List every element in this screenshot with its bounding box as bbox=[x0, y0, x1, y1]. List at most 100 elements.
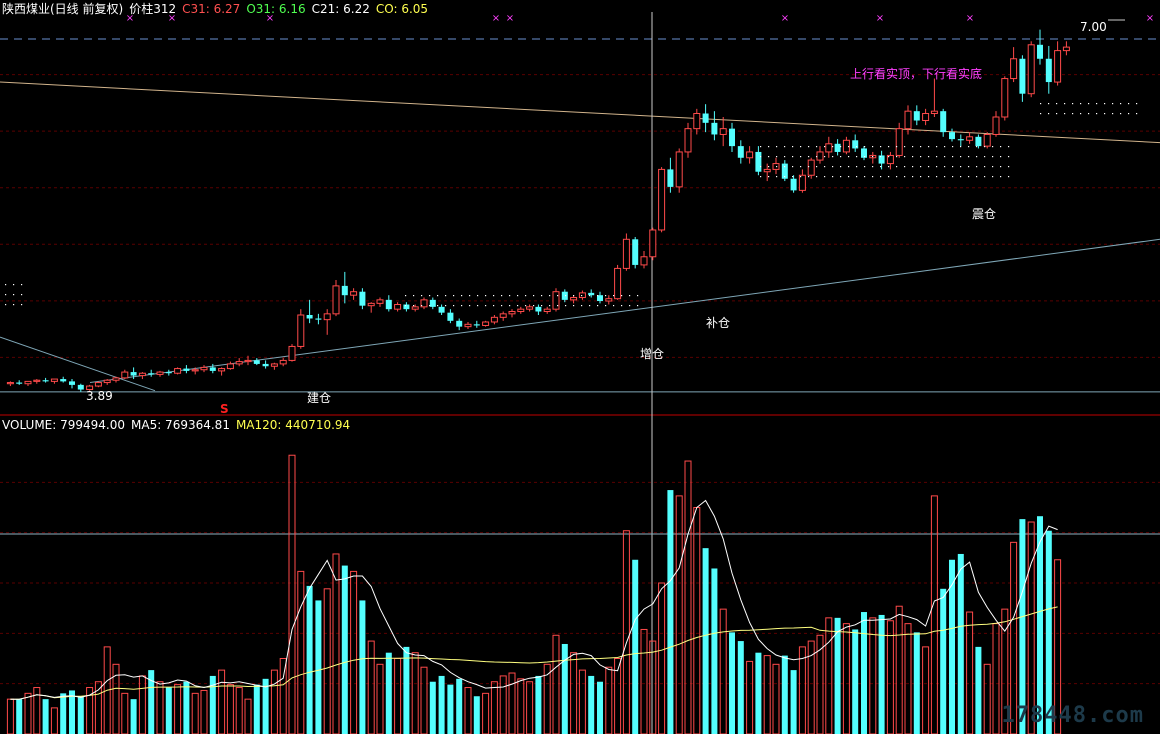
price-zone-dots bbox=[493, 305, 495, 307]
candle-down bbox=[913, 111, 920, 121]
candle-up bbox=[174, 368, 182, 374]
watermark: 178448.com bbox=[1001, 703, 1144, 728]
volume-bar-up bbox=[218, 669, 226, 734]
candle-up bbox=[675, 151, 683, 188]
candle-up bbox=[226, 363, 234, 370]
volume-bar-up bbox=[6, 698, 14, 734]
volume-bar-up bbox=[288, 454, 296, 734]
volume-bar-up bbox=[279, 658, 287, 734]
price-zone-dots bbox=[856, 176, 858, 178]
price-zone-dots bbox=[912, 176, 914, 178]
price-zone-dots bbox=[1104, 113, 1106, 115]
candle-down bbox=[60, 379, 67, 382]
price-zone-dots bbox=[605, 295, 607, 297]
price-zone-dots bbox=[904, 156, 906, 158]
price-zone-dots bbox=[1128, 113, 1130, 115]
price-zone-dots bbox=[5, 284, 7, 286]
volume-bar-up bbox=[226, 684, 234, 734]
candle-down bbox=[403, 304, 410, 310]
price-zone-dots bbox=[637, 295, 639, 297]
volume-bar-down bbox=[957, 553, 964, 734]
volume-bar-down bbox=[385, 652, 392, 734]
price-zone-dots bbox=[477, 305, 479, 307]
price-zone-dots bbox=[960, 146, 962, 148]
price-zone-dots bbox=[864, 156, 866, 158]
price-zone-dots bbox=[944, 176, 946, 178]
price-zone-dots bbox=[509, 295, 511, 297]
c31-value: C31: 6.27 bbox=[182, 2, 241, 16]
low-price-label: 3.89 bbox=[86, 389, 113, 403]
stock-chart[interactable]: × × × × × × × × × bbox=[0, 0, 1160, 734]
candle-up bbox=[156, 371, 164, 375]
volume-bar-up bbox=[323, 588, 331, 734]
price-zone-dots bbox=[992, 146, 994, 148]
candle-up bbox=[288, 345, 296, 361]
candle-up bbox=[490, 316, 498, 323]
price-zone-dots bbox=[880, 146, 882, 148]
volume-bar-up bbox=[798, 646, 806, 734]
price-zone-dots bbox=[784, 166, 786, 168]
candle-up bbox=[6, 382, 14, 385]
candle-down bbox=[561, 291, 568, 300]
price-zone-dots bbox=[597, 295, 599, 297]
candle-down bbox=[77, 384, 84, 390]
price-zone-dots bbox=[1008, 176, 1010, 178]
price-zone-dots bbox=[960, 176, 962, 178]
price-zone-dots bbox=[792, 176, 794, 178]
price-zone-dots bbox=[896, 166, 898, 168]
price-zone-dots bbox=[1088, 113, 1090, 115]
volume-bar-up bbox=[499, 675, 507, 734]
price-zone-dots bbox=[1096, 113, 1098, 115]
candle-up bbox=[614, 267, 622, 300]
price-zone-dots bbox=[1040, 103, 1042, 105]
candle-up bbox=[622, 238, 630, 269]
price-zone-dots bbox=[872, 166, 874, 168]
price-zone-dots bbox=[413, 305, 415, 307]
candle-down bbox=[165, 372, 172, 374]
price-zone-dots bbox=[976, 176, 978, 178]
volume-bar-up bbox=[649, 640, 657, 734]
price-zone-dots bbox=[5, 294, 7, 296]
label-zengcang: 增仓 bbox=[640, 347, 665, 361]
candle-down bbox=[975, 136, 982, 147]
price-zone-dots bbox=[968, 146, 970, 148]
candle-down bbox=[306, 315, 313, 319]
candle-up bbox=[235, 361, 243, 365]
price-zone-dots bbox=[840, 156, 842, 158]
price-zone-dots bbox=[928, 176, 930, 178]
price-zone-dots bbox=[453, 295, 455, 297]
candle-up bbox=[33, 379, 41, 382]
candle-up bbox=[350, 291, 358, 296]
candle-up bbox=[578, 292, 586, 299]
price-zone-dots bbox=[461, 305, 463, 307]
volume-bar-up bbox=[922, 646, 930, 734]
volume-bar-up bbox=[570, 652, 578, 734]
candle-up bbox=[693, 113, 701, 130]
price-zone-dots bbox=[768, 176, 770, 178]
price-zone-dots bbox=[1000, 156, 1002, 158]
price-zone-dots bbox=[936, 146, 938, 148]
price-zone-dots bbox=[485, 305, 487, 307]
price-zone-dots bbox=[944, 166, 946, 168]
volume-bar-up bbox=[411, 652, 419, 734]
price-zone-dots bbox=[960, 156, 962, 158]
volume-bar-down bbox=[42, 699, 49, 734]
co-value: CO: 6.05 bbox=[375, 2, 429, 16]
candle-up bbox=[684, 128, 692, 153]
price-zone-dots bbox=[405, 305, 407, 307]
price-zone-dots bbox=[920, 146, 922, 148]
volume-bar-up bbox=[992, 623, 1000, 734]
candle-up bbox=[279, 359, 287, 365]
candle-down bbox=[702, 113, 709, 123]
volume-bar-up bbox=[693, 507, 701, 734]
volume-bar-up bbox=[482, 692, 490, 734]
candle-up bbox=[121, 371, 129, 379]
candle-up bbox=[552, 291, 560, 310]
price-zone-dots bbox=[856, 146, 858, 148]
volume-bar-up bbox=[886, 620, 894, 734]
price-zone-dots bbox=[952, 146, 954, 148]
candle-up bbox=[517, 308, 525, 313]
volume-bar-up bbox=[772, 663, 780, 734]
price-zone-dots bbox=[517, 295, 519, 297]
candle-up bbox=[24, 380, 32, 385]
